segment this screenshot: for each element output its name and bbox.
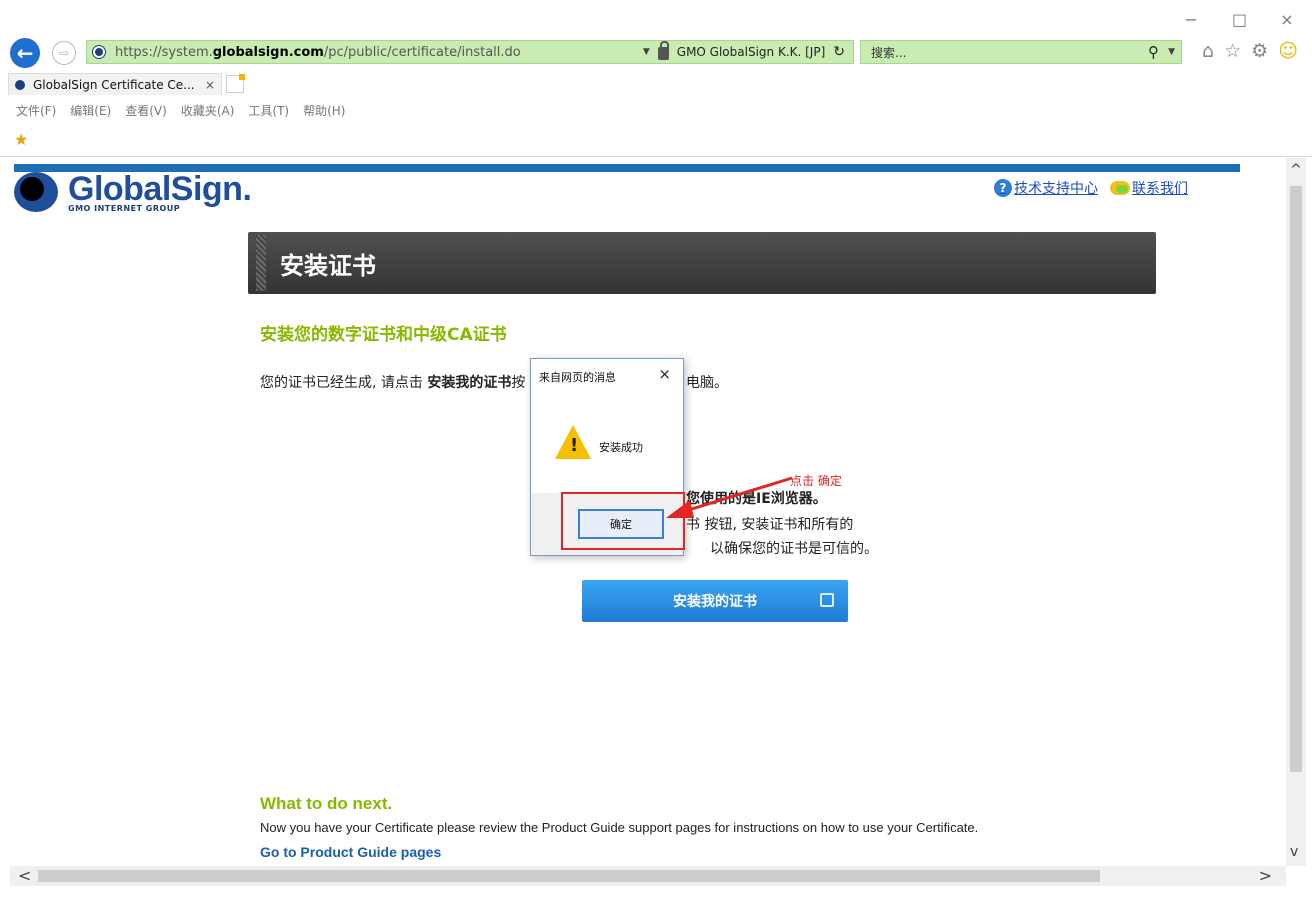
maximize-button[interactable]: □	[1232, 12, 1247, 28]
search-dropdown-icon[interactable]: ▼	[1168, 47, 1175, 57]
tab-favicon-icon	[15, 79, 25, 90]
url-text[interactable]: https://system.globalsign.com/pc/public/…	[115, 45, 521, 60]
section-title: 安装您的数字证书和中级CA证书	[260, 325, 507, 345]
scroll-right-icon[interactable]: >	[1259, 866, 1272, 885]
contact-us-link[interactable]: 联系我们	[1110, 178, 1188, 198]
address-dropdown-icon[interactable]: ▼	[643, 47, 650, 57]
search-placeholder: 搜索...	[871, 45, 907, 60]
dialog-close-icon[interactable]: ×	[658, 365, 671, 383]
certificate-org[interactable]: GMO GlobalSign K.K. [JP]	[677, 45, 826, 59]
annotation-arrow-icon	[666, 476, 793, 518]
support-center-link[interactable]: ? 技术支持中心	[994, 178, 1098, 198]
next-steps-description: Now you have your Certificate please rev…	[260, 820, 979, 835]
ie-trust-line: 以确保您的证书是可信的。	[710, 541, 878, 557]
add-favorites-bar-icon[interactable]: ★	[14, 130, 28, 149]
install-description-tail: 电脑。	[686, 375, 728, 391]
tab-globalsign[interactable]: GlobalSign Certificate Ce... ×	[8, 73, 222, 95]
arrow-left-icon: ←	[16, 41, 34, 65]
toolbar-divider	[0, 156, 1312, 157]
globalsign-logo[interactable]: GlobalSign. GMO INTERNET GROUP	[14, 170, 252, 213]
button-square-icon	[820, 593, 834, 607]
logo-text: GlobalSign. GMO INTERNET GROUP	[68, 170, 252, 213]
menu-bar: 文件(F) 编辑(E) 查看(V) 收藏夹(A) 工具(T) 帮助(H)	[16, 102, 345, 119]
next-steps-title: What to do next.	[260, 794, 393, 813]
logo-eye-icon	[14, 172, 58, 212]
page-title: 安装证书	[280, 251, 376, 280]
menu-file[interactable]: 文件(F)	[16, 102, 56, 119]
feedback-smile-icon[interactable]: ☺	[1278, 40, 1298, 62]
address-actions: ▼ GMO GlobalSign K.K. [JP] ↻	[643, 41, 845, 60]
logo-name-text: GlobalSign	[68, 170, 243, 208]
banner-stripe	[256, 235, 266, 291]
tab-title: GlobalSign Certificate Ce...	[33, 77, 195, 92]
tab-strip: GlobalSign Certificate Ce... ×	[8, 72, 245, 96]
forward-button[interactable]: ⇨	[52, 41, 76, 65]
install-certificate-label: 安装我的证书	[673, 594, 757, 610]
url-path: /pc/public/certificate/install.do	[323, 44, 521, 60]
url-host: globalsign.com	[212, 44, 324, 60]
scroll-left-icon[interactable]: <	[18, 866, 31, 885]
warning-exclamation: !	[570, 435, 579, 456]
search-icon[interactable]: ⚲	[1148, 43, 1159, 61]
dialog-title: 来自网页的消息	[539, 371, 616, 384]
close-window-button[interactable]: ×	[1280, 12, 1294, 28]
navigation-bar: ← ⇨ https://system.globalsign.com/pc/pub…	[8, 36, 1304, 70]
desc-mid: 按	[511, 375, 526, 391]
menu-favorites[interactable]: 收藏夹(A)	[181, 102, 235, 119]
home-icon[interactable]: ⌂	[1202, 40, 1214, 62]
back-button[interactable]: ←	[10, 38, 40, 68]
url-subdomain: system.	[161, 44, 213, 60]
header-links: ? 技术支持中心 联系我们	[994, 178, 1188, 198]
vertical-scrollbar[interactable]: ^ v	[1286, 158, 1306, 866]
contact-us-label: 联系我们	[1132, 181, 1188, 197]
desc-bold: 安装我的证书	[427, 375, 512, 391]
search-input[interactable]: 搜索... ⚲ ▼	[860, 40, 1182, 64]
browser-tools: ⌂ ☆ ⚙ ☺	[1202, 40, 1298, 62]
scroll-up-icon[interactable]: ^	[1290, 162, 1302, 178]
gear-icon[interactable]: ⚙	[1251, 40, 1268, 62]
menu-tools[interactable]: 工具(T)	[248, 102, 289, 119]
chat-icon	[1110, 181, 1130, 195]
menu-help[interactable]: 帮助(H)	[303, 102, 345, 119]
install-description: 您的证书已经生成, 请点击 安装我的证书按	[260, 372, 525, 392]
refresh-icon[interactable]: ↻	[833, 44, 845, 60]
menu-view[interactable]: 查看(V)	[125, 102, 167, 119]
tab-close-icon[interactable]: ×	[205, 78, 215, 92]
desc-prefix: 您的证书已经生成, 请点击	[260, 375, 428, 391]
scroll-down-icon[interactable]: v	[1290, 844, 1298, 860]
help-icon: ?	[994, 179, 1012, 197]
product-guide-link[interactable]: Go to Product Guide pages	[260, 844, 441, 860]
annotation-label: 点击 确定	[790, 474, 842, 488]
address-bar[interactable]: https://system.globalsign.com/pc/public/…	[86, 40, 854, 64]
lock-icon[interactable]	[657, 41, 669, 60]
horizontal-scroll-thumb[interactable]	[38, 870, 1100, 882]
vertical-scroll-thumb[interactable]	[1290, 186, 1302, 772]
arrow-right-icon: ⇨	[58, 46, 70, 60]
logo-name: GlobalSign.	[68, 170, 252, 208]
new-tab-button[interactable]	[226, 74, 245, 93]
url-scheme: https://	[115, 44, 162, 60]
window-controls: − □ ×	[1184, 12, 1294, 28]
favorites-star-icon[interactable]: ☆	[1224, 40, 1241, 62]
horizontal-scrollbar[interactable]: < >	[10, 866, 1286, 886]
support-center-label: 技术支持中心	[1014, 181, 1098, 197]
site-globe-icon	[93, 46, 105, 58]
page-title-banner: 安装证书	[248, 232, 1156, 294]
install-certificate-button[interactable]: 安装我的证书	[582, 580, 848, 622]
minimize-button[interactable]: −	[1184, 12, 1198, 28]
menu-edit[interactable]: 编辑(E)	[70, 102, 111, 119]
dialog-message: 安装成功	[599, 441, 643, 454]
